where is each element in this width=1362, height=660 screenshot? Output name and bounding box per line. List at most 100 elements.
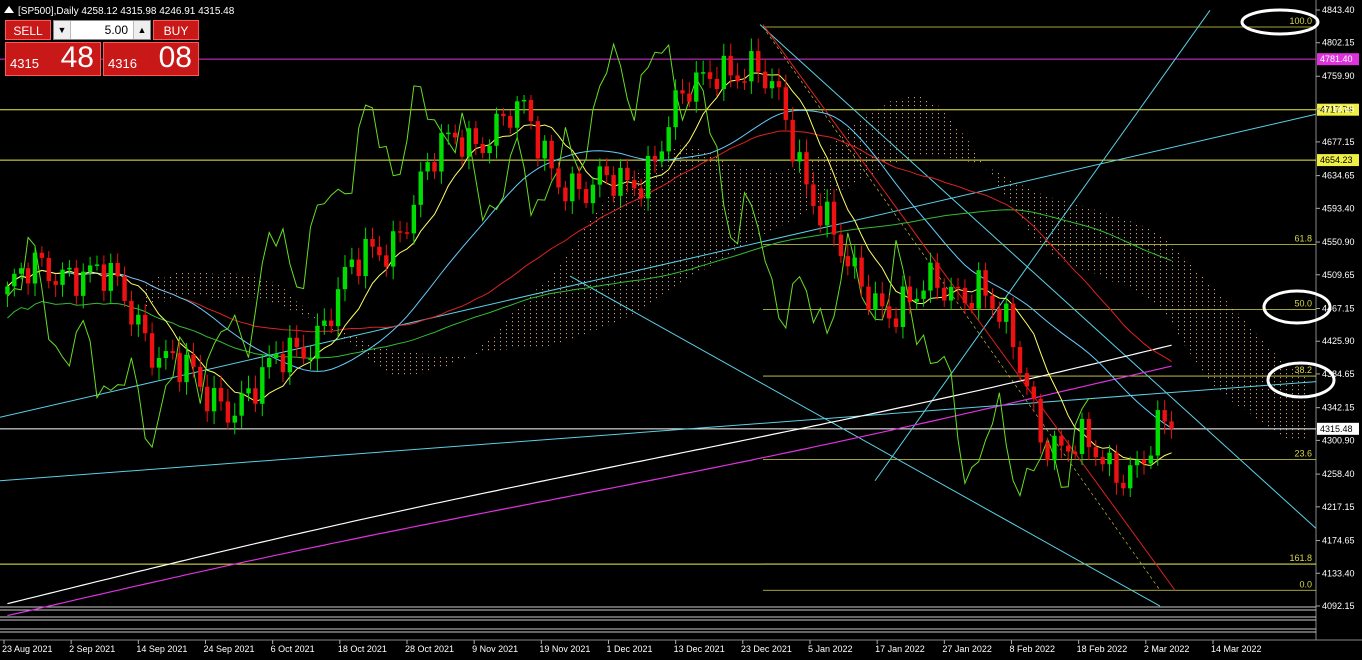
time-tick-label: 24 Sep 2021: [204, 644, 255, 654]
bear-candle: [880, 293, 885, 307]
bear-candle: [1024, 373, 1030, 387]
bull-candle: [411, 204, 417, 234]
ma-white-line: [7, 344, 1172, 605]
lot-decrease-icon[interactable]: ▼: [54, 21, 71, 39]
sell-price-button[interactable]: 4315 48: [5, 41, 101, 76]
bull-candle: [156, 358, 162, 368]
buy-button[interactable]: BUY: [153, 20, 199, 40]
bear-candle: [804, 152, 809, 185]
bull-candle: [824, 201, 830, 226]
time-tick-label: 6 Oct 2021: [271, 644, 315, 654]
bull-candle: [928, 262, 933, 291]
time-tick-label: 5 Jan 2022: [808, 644, 853, 654]
sell-price-main: 4315: [10, 56, 39, 71]
bull-candle: [94, 264, 100, 266]
bear-candle: [177, 353, 182, 383]
bear-candle: [962, 287, 968, 303]
bull-candle: [666, 127, 671, 152]
buy-price-main: 4316: [108, 56, 137, 71]
fib-label: 23.6: [1294, 448, 1312, 458]
bear-candle: [811, 184, 816, 206]
trend-line: [569, 275, 1161, 607]
bull-candle: [5, 286, 10, 295]
bear-candle: [942, 287, 947, 301]
bull-candle: [873, 293, 878, 311]
buy-price-button[interactable]: 4316 08: [103, 41, 199, 76]
bull-candle: [184, 354, 189, 383]
price-tick-label: 4174.65: [1322, 536, 1355, 546]
fib-label: 61.8: [1294, 233, 1312, 243]
time-axis: 23 Aug 2021 2 Sep 2021 14 Sep 2021 24 Sep 2…: [2, 640, 1262, 654]
bear-candle: [818, 205, 823, 226]
time-tick-label: 9 Nov 2021: [472, 644, 518, 654]
time-tick-label: 28 Oct 2021: [405, 644, 454, 654]
bear-candle: [549, 140, 554, 169]
bull-candle: [136, 314, 141, 325]
sell-button[interactable]: SELL: [5, 20, 51, 40]
fib-label: 38.2: [1294, 365, 1312, 375]
bull-candle: [749, 51, 754, 82]
bull-candle: [900, 286, 906, 327]
trend-lines: [0, 10, 1317, 607]
fib-baseline: [762, 26, 1161, 591]
price-tick-label: 4509.65: [1322, 270, 1355, 280]
time-tick-label: 18 Oct 2021: [338, 644, 387, 654]
bear-candle: [1017, 347, 1023, 374]
bull-candle: [315, 325, 320, 359]
bear-candle: [859, 257, 864, 287]
fib-label: 100.0: [1289, 16, 1312, 26]
price-chart[interactable]: 4781.404717.744654.234315.48 100.061.850…: [0, 0, 1362, 660]
price-tick-label: 4133.40: [1322, 568, 1355, 578]
bear-candle: [508, 116, 513, 128]
bull-candle: [514, 101, 520, 128]
bull-candle: [590, 184, 596, 204]
bull-candle: [1155, 410, 1160, 456]
bear-candle: [149, 333, 155, 368]
bear-candle: [845, 256, 851, 267]
time-tick-label: 23 Dec 2021: [741, 644, 792, 654]
bear-candle: [632, 180, 637, 189]
lot-size-field[interactable]: ▼ 5.00 ▲: [53, 20, 151, 40]
bull-candle: [976, 270, 981, 309]
bear-candle: [74, 267, 79, 296]
collapse-arrow-icon[interactable]: [4, 6, 14, 13]
time-tick-label: 18 Feb 2022: [1077, 644, 1128, 654]
bear-candle: [1066, 445, 1071, 452]
bear-candle: [328, 320, 334, 327]
bear-candle: [301, 347, 306, 359]
bull-candle: [87, 265, 93, 272]
bear-candle: [969, 302, 974, 309]
bear-candle: [218, 388, 224, 402]
time-tick-label: 14 Mar 2022: [1211, 644, 1262, 654]
ichimoku-cloud: [145, 94, 1310, 441]
bear-candle: [25, 268, 31, 284]
bull-candle: [721, 55, 727, 90]
time-tick-label: 1 Dec 2021: [607, 644, 653, 654]
current-price-label: 4315.48: [1320, 424, 1353, 434]
bull-candle: [1107, 452, 1112, 465]
bull-candle: [1128, 465, 1133, 489]
bear-candle: [783, 87, 789, 120]
bear-candle: [1045, 442, 1050, 461]
lot-size-input[interactable]: 5.00: [72, 21, 132, 39]
bear-candle: [990, 295, 995, 309]
price-tick-label: 4550.90: [1322, 237, 1355, 247]
lot-increase-icon[interactable]: ▲: [133, 21, 150, 39]
bear-candle: [1121, 482, 1126, 489]
bear-candle: [397, 231, 403, 233]
bear-candle: [39, 252, 45, 258]
bull-candle: [439, 132, 444, 172]
magenta-level-label: 4781.40: [1320, 54, 1353, 64]
price-tick-label: 4467.15: [1322, 303, 1355, 313]
bear-candle: [452, 132, 458, 138]
bear-candle: [170, 351, 175, 354]
bear-candle: [687, 93, 692, 102]
time-tick-label: 17 Jan 2022: [875, 644, 925, 654]
bear-candle: [143, 314, 148, 334]
bull-candle: [948, 286, 954, 301]
bear-candle: [1072, 451, 1078, 454]
bear-candle: [728, 55, 733, 76]
price-tick-label: 4300.90: [1322, 435, 1355, 445]
bear-candle: [756, 51, 761, 72]
bear-candle: [480, 144, 485, 154]
